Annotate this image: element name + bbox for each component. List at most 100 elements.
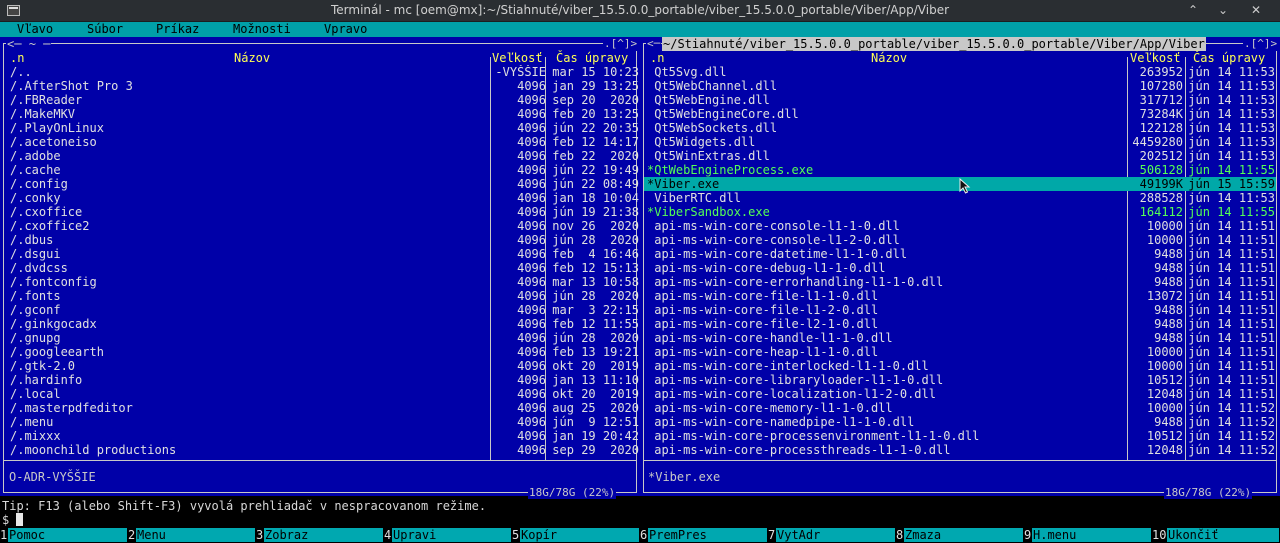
file-row[interactable]: Qt5WinExtras.dll 202512 jún 14 11:53 <box>644 149 1276 163</box>
file-row[interactable]: /.masterpdfeditor 4096 aug 25 2020 <box>4 401 639 415</box>
file-mtime: jún 22 08:49 <box>552 177 639 191</box>
file-row[interactable]: Qt5WebEngine.dll 317712 jún 14 11:53 <box>644 93 1276 107</box>
file-row[interactable]: /.gtk-2.0 4096 okt 20 2019 <box>4 359 639 373</box>
file-row[interactable]: /.config 4096 jún 22 08:49 <box>4 177 639 191</box>
file-name: /.cache <box>10 163 61 177</box>
fkey-9[interactable]: 9 H.menu <box>1024 527 1152 543</box>
sort-indicator[interactable]: .n <box>10 51 24 65</box>
file-size: 4096 <box>517 387 546 401</box>
file-row[interactable]: Qt5WebSockets.dll 122128 jún 14 11:53 <box>644 121 1276 135</box>
file-row[interactable]: /.fontconfig 4096 mar 13 10:58 <box>4 275 639 289</box>
fkey-8[interactable]: 8 Zmaza <box>896 527 1024 543</box>
mini-status: *Viber.exe <box>648 470 721 484</box>
file-row[interactable]: api-ms-win-core-memory-l1-1-0.dll 10000 jú… <box>644 401 1276 415</box>
file-row[interactable]: /.conky 4096 jan 18 10:04 <box>4 191 639 205</box>
file-row[interactable]: api-ms-win-core-file-l1-1-0.dll 13072 jún … <box>644 289 1276 303</box>
chevron-up-icon[interactable]: ⌃ <box>1185 2 1201 18</box>
file-row[interactable]: api-ms-win-core-datetime-l1-1-0.dll 9488 j… <box>644 247 1276 261</box>
column-header-name[interactable]: Názov <box>871 51 907 65</box>
file-row[interactable]: api-ms-win-core-libraryloader-l1-1-0.dll… <box>644 373 1276 387</box>
close-icon[interactable]: ✕ <box>1248 2 1264 18</box>
window-titlebar[interactable]: Terminál - mc [oem@mx]:~/Stiahnuté/viber… <box>0 0 1280 22</box>
file-row[interactable]: /.FBReader 4096 sep 20 2020 <box>4 93 639 107</box>
file-row[interactable]: /.moonchild productions 4096 sep 29 2020 <box>4 443 639 457</box>
file-row[interactable]: /.cxoffice2 4096 nov 26 2020 <box>4 219 639 233</box>
column-header-mtime[interactable]: Čas úpravy <box>556 51 628 65</box>
fkey-3[interactable]: 3 Zobraz <box>256 527 384 543</box>
file-row[interactable]: *QtWebEngineProcess.exe 506128 jún 14 11:5… <box>644 163 1276 177</box>
file-row[interactable]: /.cxoffice 4096 jún 19 21:38 <box>4 205 639 219</box>
file-row[interactable]: /.MakeMKV 4096 feb 20 13:25 <box>4 107 639 121</box>
file-row[interactable]: api-ms-win-core-localization-l1-2-0.dll 1… <box>644 387 1276 401</box>
file-row[interactable]: api-ms-win-core-console-l1-2-0.dll 10000 j… <box>644 233 1276 247</box>
file-row[interactable]: api-ms-win-core-file-l1-2-0.dll 9488 jún 1… <box>644 303 1276 317</box>
file-size: 4096 <box>517 401 546 415</box>
file-row[interactable]: Qt5Svg.dll 263952 jún 14 11:53 <box>644 65 1276 79</box>
left-panel-path[interactable]: <─ ~ ─ <box>6 37 52 51</box>
file-row[interactable]: /.ginkgocadx 4096 feb 12 11:55 <box>4 317 639 331</box>
menu-item-left[interactable]: Vľavo <box>17 22 53 37</box>
fkey-10[interactable]: 10 Ukončiť <box>1152 527 1280 543</box>
file-row[interactable]: /.dbus 4096 jún 28 2020 <box>4 233 639 247</box>
fkey-5[interactable]: 5 Kopír <box>512 527 640 543</box>
sort-indicator[interactable]: .n <box>650 51 664 65</box>
fkey-7[interactable]: 7 VytAdr <box>768 527 896 543</box>
menu-item-file[interactable]: Súbor <box>87 22 123 37</box>
file-row[interactable]: /.PlayOnLinux 4096 jún 22 20:35 <box>4 121 639 135</box>
file-row[interactable]: /.acetoneiso 4096 feb 12 14:17 <box>4 135 639 149</box>
file-row[interactable]: /.mixxx 4096 jan 19 20:42 <box>4 429 639 443</box>
file-row[interactable]: /.gconf 4096 mar 3 22:15 <box>4 303 639 317</box>
file-row[interactable]: api-ms-win-core-debug-l1-1-0.dll 9488 jún … <box>644 261 1276 275</box>
panel-history-button[interactable]: .[^]> <box>1243 37 1279 51</box>
file-row[interactable]: /.AfterShot Pro 3 4096 jan 29 13:25 <box>4 79 639 93</box>
right-panel-path[interactable]: ~/Stiahnuté/viber_15.5.0.0_portable/vibe… <box>662 37 1206 51</box>
file-row[interactable]: /.. -VYŠŠIE mar 15 10:23 <box>4 65 639 79</box>
file-row[interactable]: /.cache 4096 jún 22 19:49 <box>4 163 639 177</box>
file-row[interactable]: api-ms-win-core-interlocked-l1-1-0.dll 10… <box>644 359 1276 373</box>
file-row[interactable]: /.adobe 4096 feb 22 2020 <box>4 149 639 163</box>
file-row[interactable]: /.dsgui 4096 feb 4 16:46 <box>4 247 639 261</box>
left-panel[interactable]: <─ ~ ─ .[^]> .n Názov Veľkosť Čas úpravy… <box>0 37 640 499</box>
menu-item-right[interactable]: Vpravo <box>324 22 367 37</box>
file-row[interactable]: api-ms-win-core-processenvironment-l1-1-… <box>644 429 1276 443</box>
file-size: 9488 <box>1154 317 1183 331</box>
menu-item-options[interactable]: Možnosti <box>233 22 291 37</box>
fkey-6[interactable]: 6 PremPres <box>640 527 768 543</box>
panel-divider <box>644 460 1276 461</box>
file-row[interactable]: Qt5WebEngineCore.dll 73284K jún 14 11:53 <box>644 107 1276 121</box>
file-row[interactable]: api-ms-win-core-errorhandling-l1-1-0.dll… <box>644 275 1276 289</box>
file-row[interactable]: Qt5Widgets.dll 4459280 jún 14 11:53 <box>644 135 1276 149</box>
column-header-size[interactable]: Veľkosť <box>492 51 543 65</box>
panel-history-button[interactable]: .[^]> <box>603 37 639 51</box>
fkey-2[interactable]: 2 Menu <box>128 527 256 543</box>
column-header-mtime[interactable]: Čas úpravy <box>1193 51 1265 65</box>
file-row[interactable]: api-ms-win-core-handle-l1-1-0.dll 9488 jún… <box>644 331 1276 345</box>
file-row[interactable]: Qt5WebChannel.dll 107280 jún 14 11:53 <box>644 79 1276 93</box>
file-row[interactable]: api-ms-win-core-heap-l1-1-0.dll 10000 jún … <box>644 345 1276 359</box>
file-name: /.hardinfo <box>10 373 83 387</box>
file-row[interactable]: api-ms-win-core-namedpipe-l1-1-0.dll 9488… <box>644 415 1276 429</box>
file-row[interactable]: api-ms-win-core-processthreads-l1-1-0.dl… <box>644 443 1276 457</box>
file-name: /.dvdcss <box>10 261 68 275</box>
file-row[interactable]: /.dvdcss 4096 feb 12 15:13 <box>4 261 639 275</box>
file-row[interactable]: /.gnupg 4096 jún 28 2020 <box>4 331 639 345</box>
file-row[interactable]: /.googleearth 4096 feb 13 19:21 <box>4 345 639 359</box>
file-row[interactable]: /.local 4096 okt 20 2019 <box>4 387 639 401</box>
fkey-4[interactable]: 4 Upravi <box>384 527 512 543</box>
file-mtime: jún 28 2020 <box>552 331 639 345</box>
fkey-1[interactable]: 1 Pomoc <box>0 527 128 543</box>
chevron-down-icon[interactable]: ⌄ <box>1215 2 1231 18</box>
file-row[interactable]: *ViberSandbox.exe 164112 jún 14 11:55 <box>644 205 1276 219</box>
file-size: 317712 <box>1139 93 1183 107</box>
file-row[interactable]: /.menu 4096 jún 9 12:51 <box>4 415 639 429</box>
file-name: ViberRTC.dll <box>647 191 741 205</box>
command-line-cursor[interactable] <box>16 513 23 526</box>
file-row[interactable]: api-ms-win-core-file-l2-1-0.dll 9488 jún 1… <box>644 317 1276 331</box>
right-panel[interactable]: <─ ~/Stiahnuté/viber_15.5.0.0_portable/v… <box>640 37 1280 499</box>
column-header-size[interactable]: Veľkosť <box>1130 51 1181 65</box>
column-header-name[interactable]: Názov <box>234 51 270 65</box>
file-row[interactable]: /.fonts 4096 jún 28 2020 <box>4 289 639 303</box>
file-row[interactable]: /.hardinfo 4096 jan 13 11:10 <box>4 373 639 387</box>
menu-item-command[interactable]: Príkaz <box>156 22 199 37</box>
file-row[interactable]: api-ms-win-core-console-l1-1-0.dll 10000 j… <box>644 219 1276 233</box>
